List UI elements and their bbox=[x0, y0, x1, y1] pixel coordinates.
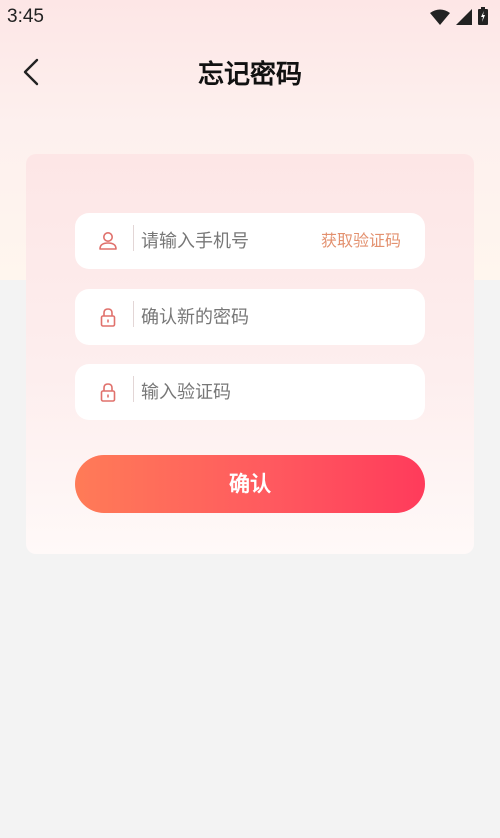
phone-field: 获取验证码 bbox=[75, 213, 425, 269]
field-divider bbox=[133, 376, 134, 402]
page-title: 忘记密码 bbox=[197, 60, 302, 90]
wifi-icon bbox=[430, 9, 450, 25]
reset-password-card: 获取验证码 确认 bbox=[26, 154, 474, 554]
confirm-button[interactable]: 确认 bbox=[75, 455, 425, 513]
user-icon bbox=[99, 232, 117, 250]
new-password-input[interactable] bbox=[141, 289, 401, 345]
field-divider bbox=[133, 225, 134, 251]
verify-code-field bbox=[75, 364, 425, 420]
new-password-field bbox=[75, 289, 425, 345]
get-code-button[interactable]: 获取验证码 bbox=[321, 213, 401, 269]
status-time: 3:45 bbox=[7, 6, 44, 27]
verify-code-input[interactable] bbox=[141, 364, 401, 420]
phone-input[interactable] bbox=[141, 213, 331, 269]
lock-icon bbox=[100, 383, 116, 402]
lock-icon bbox=[100, 308, 116, 327]
battery-icon bbox=[478, 7, 488, 25]
status-bar: 3:45 bbox=[0, 0, 500, 36]
status-icons bbox=[430, 7, 488, 25]
signal-icon bbox=[456, 9, 472, 25]
nav-bar: 忘记密码 bbox=[0, 48, 500, 98]
field-divider bbox=[133, 301, 134, 327]
